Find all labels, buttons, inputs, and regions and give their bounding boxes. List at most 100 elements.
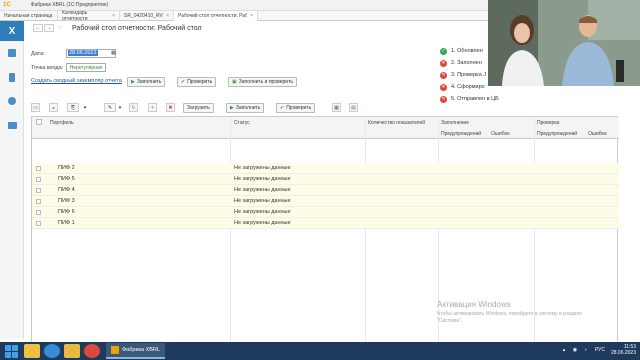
row-checkbox[interactable] <box>36 188 41 193</box>
warning-icon[interactable]: ▲ <box>49 103 58 112</box>
document-icon[interactable] <box>0 65 24 89</box>
table-row[interactable]: ПИФ 6 Не загружены данные <box>32 207 619 218</box>
column-fill-warnings[interactable]: Предупреждений <box>441 131 481 137</box>
fill-and-check-button[interactable]: ▣ Заполнить и проверить <box>228 77 297 87</box>
step-label: 2. Заполнен <box>451 60 482 66</box>
button-label: Заполнить <box>136 79 162 85</box>
close-icon[interactable]: × <box>112 13 115 19</box>
tab-home[interactable]: Начальная страница <box>0 11 58 21</box>
home-icon[interactable] <box>0 41 24 65</box>
column-fill-errors[interactable]: Ошибок <box>491 131 510 137</box>
table-row[interactable]: ПИФ 3 Не загружены данные <box>32 196 619 207</box>
back-button[interactable]: ← <box>33 24 43 32</box>
webcam-video <box>488 0 640 86</box>
tab-label: Рабочий стол отчетности: Рабочий стол <box>178 13 248 19</box>
portfolio-cell: ПИФ 2 <box>58 165 75 171</box>
status-cell: Не загружены данные <box>234 209 291 215</box>
webcam-overlay <box>488 0 640 86</box>
table-row[interactable]: ПИФ 2 Не загружены данные <box>32 163 619 174</box>
step-label: 4. Сформиро <box>451 84 485 90</box>
export-icon[interactable]: ▦ <box>332 103 341 112</box>
table-check-button[interactable]: ✔ Проверить <box>276 103 316 113</box>
portfolio-cell: ПИФ 1 <box>58 220 75 226</box>
windows-activation-watermark: Активация Windows Чтобы активировать Win… <box>437 300 607 324</box>
select-all-checkbox[interactable] <box>36 119 42 125</box>
button-label: Проверить <box>187 79 213 85</box>
1c-logo: 1С <box>3 2 11 8</box>
copy-dropdown-icon[interactable]: ▾ <box>81 103 89 112</box>
copy-icon[interactable]: ⎘ <box>67 103 79 112</box>
portfolio-cell: ПИФ 4 <box>58 187 75 193</box>
add-icon[interactable]: + <box>148 103 157 112</box>
row-checkbox[interactable] <box>36 199 41 204</box>
column-check-warnings[interactable]: Предупреждений <box>537 131 577 137</box>
edit-icon[interactable]: ✎ <box>104 103 116 112</box>
table-row[interactable]: ПИФ 4 Не загружены данные <box>32 185 619 196</box>
table-row[interactable]: ПИФ 5 Не загружены данные <box>32 174 619 185</box>
taskbar-app-xbrl[interactable]: Фабрика XBRL <box>106 343 166 359</box>
table-header: Портфель Статус Количество показателей З… <box>32 117 619 139</box>
monitor-icon[interactable] <box>0 113 24 137</box>
app-brand-icon[interactable]: X <box>0 21 24 41</box>
error-circle-icon: ✕ <box>440 71 447 79</box>
tab-label: Начальная страница <box>4 13 53 19</box>
row-checkbox[interactable] <box>36 210 41 215</box>
error-circle-icon: ✕ <box>440 83 447 91</box>
column-status[interactable]: Статус <box>234 120 250 126</box>
add-row-icon[interactable]: ▭ <box>31 103 40 112</box>
close-icon[interactable]: × <box>166 13 169 19</box>
edit-dropdown-icon[interactable]: ▾ <box>116 103 124 112</box>
error-circle-icon: ✕ <box>440 59 447 67</box>
load-button[interactable]: Загрузить <box>183 103 214 113</box>
tab-report[interactable]: SR_0420410_RV_FR1_1× <box>120 11 174 21</box>
status-cell: Не загружены данные <box>234 187 291 193</box>
tab-calendar[interactable]: Календарь отчетности × <box>58 10 120 22</box>
step-label: 1. Обновлен <box>451 48 483 54</box>
watermark-text: Чтобы активировать Windows, перейдите в … <box>437 311 583 324</box>
column-check-errors[interactable]: Ошибок <box>588 131 607 137</box>
page-title: Рабочий стол отчетности: Рабочий стол <box>72 24 202 32</box>
close-icon[interactable]: × <box>250 13 253 19</box>
table-fill-button[interactable]: ▶ Заполнить <box>226 103 265 113</box>
row-checkbox[interactable] <box>36 221 41 226</box>
step-item: ✕ 5. Отправлен в ЦБ <box>440 93 499 105</box>
settings-icon[interactable] <box>0 89 24 113</box>
fill-check-icon: ▣ <box>232 79 237 85</box>
media-player-icon[interactable] <box>44 344 60 358</box>
explorer-icon[interactable] <box>24 344 40 358</box>
tray-icons[interactable]: ▴ ◉ ♪ <box>563 347 590 353</box>
checkmark-icon: ✔ <box>181 79 186 85</box>
column-check-group: Проверка <box>537 120 560 126</box>
column-count[interactable]: Количество показателей <box>368 120 425 126</box>
table-row[interactable]: ПИФ 1 Не загружены данные <box>32 218 619 229</box>
system-tray: ▴ ◉ ♪ РУС 11:53 28.06.2023 <box>563 344 636 356</box>
delete-icon[interactable]: ✖ <box>166 103 175 112</box>
folder-icon[interactable] <box>64 344 80 358</box>
favorite-star-icon[interactable]: ☆ <box>55 24 65 32</box>
tab-workspace[interactable]: Рабочий стол отчетности: Рабочий стол× <box>174 11 258 21</box>
refresh-icon[interactable]: ↻ <box>129 103 138 112</box>
entry-point-label: Точка входа: <box>31 65 64 71</box>
row-checkbox[interactable] <box>36 177 41 182</box>
excel-icon[interactable]: ▤ <box>349 103 358 112</box>
column-portfolio[interactable]: Портфель <box>50 120 74 126</box>
create-summary-link[interactable]: Создать сводный экземпляр отчета <box>31 78 122 84</box>
windows-start-icon[interactable] <box>2 343 20 359</box>
entry-point-value[interactable]: Нерегулярная <box>66 63 106 72</box>
check-button[interactable]: ✔ Проверить <box>177 77 217 87</box>
language-indicator[interactable]: РУС <box>595 347 605 353</box>
calendar-icon[interactable]: ▦ <box>111 50 117 57</box>
forward-button[interactable]: → <box>44 24 54 32</box>
fill-button[interactable]: ▶ Заполнить <box>127 77 166 87</box>
row-checkbox[interactable] <box>36 166 41 171</box>
button-label: Заполнить <box>235 105 261 111</box>
taskbar-app-label: Фабрика XBRL <box>122 347 161 353</box>
window-title: Фабрика XBRL (1С:Предприятие) <box>30 2 109 8</box>
date-label: Дата: <box>31 51 45 57</box>
clock[interactable]: 11:53 28.06.2023 <box>611 344 636 356</box>
chrome-icon[interactable] <box>84 344 100 358</box>
date-input[interactable]: 28.06.2023 <box>66 49 116 58</box>
play-icon: ▶ <box>131 79 135 85</box>
column-fill-group: Заполнение <box>441 120 469 126</box>
button-label: Проверить <box>286 105 312 111</box>
